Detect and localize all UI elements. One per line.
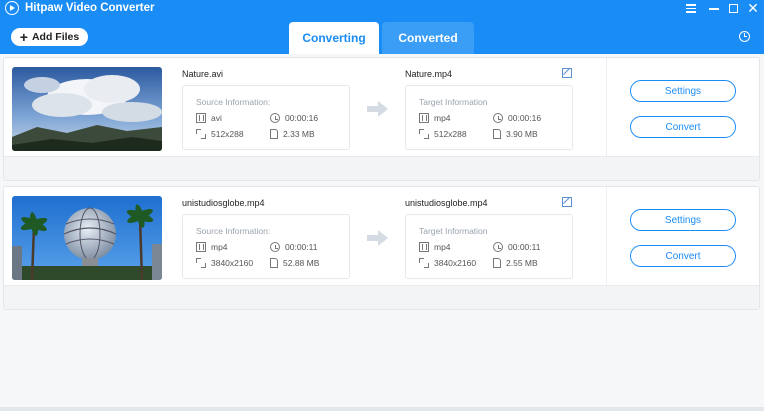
- target-info-heading: Target Information: [419, 97, 488, 107]
- source-format: mp4: [196, 242, 228, 252]
- arrow-right-icon: [367, 230, 389, 246]
- video-thumbnail[interactable]: [12, 67, 162, 151]
- source-info-heading: Source Information:: [196, 97, 271, 107]
- divider: [606, 187, 607, 287]
- settings-button[interactable]: Settings: [630, 80, 736, 102]
- source-size: 52.88 MB: [270, 258, 319, 268]
- card-footer: [4, 156, 759, 180]
- target-size: 2.55 MB: [493, 258, 538, 268]
- clock-icon: [493, 242, 503, 252]
- edit-icon[interactable]: [562, 68, 572, 78]
- film-icon: [196, 242, 206, 252]
- close-button[interactable]: ✕: [745, 0, 761, 16]
- clock-icon: [270, 113, 280, 123]
- resize-icon: [419, 258, 429, 268]
- add-files-label: Add Files: [31, 31, 80, 43]
- target-duration: 00:00:16: [493, 113, 541, 123]
- target-resolution: 3840x2160: [419, 258, 476, 268]
- file-icon: [493, 129, 501, 139]
- app-title: Hitpaw Video Converter: [25, 2, 155, 14]
- target-info-box: Target Information mp4 00:00:11 3840x216…: [405, 214, 573, 279]
- menu-icon: [686, 4, 696, 6]
- file-icon: [270, 258, 278, 268]
- arrow-right-icon: [367, 101, 389, 117]
- film-icon: [196, 113, 206, 123]
- convert-button[interactable]: Convert: [630, 245, 736, 267]
- menu-button[interactable]: [683, 0, 699, 16]
- app-logo-icon: [5, 1, 19, 15]
- target-info-box: Target Information mp4 00:00:16 512x288 …: [405, 85, 573, 150]
- plus-icon: +: [19, 29, 28, 45]
- target-resolution: 512x288: [419, 129, 467, 139]
- tab-converting[interactable]: Converting: [289, 22, 379, 54]
- convert-button[interactable]: Convert: [630, 116, 736, 138]
- source-file-name: unistudiosglobe.mp4: [182, 198, 265, 208]
- file-card: Nature.avi Source Information: avi 00:00…: [3, 57, 760, 181]
- file-icon: [493, 258, 501, 268]
- target-info-heading: Target Information: [419, 226, 488, 236]
- file-card: unistudiosglobe.mp4 Source Information: …: [3, 186, 760, 310]
- maximize-icon: [728, 3, 738, 13]
- source-info-box: Source Information: avi 00:00:16 512x288…: [182, 85, 350, 150]
- source-resolution: 3840x2160: [196, 258, 253, 268]
- edit-icon[interactable]: [562, 197, 572, 207]
- target-format: mp4: [419, 113, 451, 123]
- close-icon: ✕: [747, 0, 759, 16]
- file-icon: [270, 129, 278, 139]
- tab-converted[interactable]: Converted: [382, 22, 474, 54]
- minimize-button[interactable]: [706, 0, 722, 16]
- video-thumbnail[interactable]: [12, 196, 162, 280]
- clock-icon: [270, 242, 280, 252]
- source-info-heading: Source Information:: [196, 226, 271, 236]
- target-duration: 00:00:11: [493, 242, 540, 252]
- source-duration: 00:00:11: [270, 242, 317, 252]
- source-duration: 00:00:16: [270, 113, 318, 123]
- target-file-name: Nature.mp4: [405, 69, 453, 79]
- title-bar: Hitpaw Video Converter ✕ + Add Files Con…: [0, 0, 764, 54]
- source-size: 2.33 MB: [270, 129, 315, 139]
- target-size: 3.90 MB: [493, 129, 538, 139]
- source-file-name: Nature.avi: [182, 69, 224, 79]
- divider: [606, 58, 607, 158]
- maximize-button[interactable]: [725, 0, 741, 16]
- settings-button[interactable]: Settings: [630, 209, 736, 231]
- source-format: avi: [196, 113, 222, 123]
- film-icon: [419, 113, 429, 123]
- bottom-border: [0, 407, 764, 411]
- target-format: mp4: [419, 242, 451, 252]
- card-footer: [4, 285, 759, 309]
- resize-icon: [196, 129, 206, 139]
- resize-icon: [419, 129, 429, 139]
- add-files-button[interactable]: + Add Files: [11, 28, 88, 46]
- target-file-name: unistudiosglobe.mp4: [405, 198, 488, 208]
- minimize-icon: [709, 8, 719, 10]
- clock-icon: [493, 113, 503, 123]
- history-icon[interactable]: [739, 31, 750, 42]
- source-info-box: Source Information: mp4 00:00:11 3840x21…: [182, 214, 350, 279]
- source-resolution: 512x288: [196, 129, 244, 139]
- film-icon: [419, 242, 429, 252]
- resize-icon: [196, 258, 206, 268]
